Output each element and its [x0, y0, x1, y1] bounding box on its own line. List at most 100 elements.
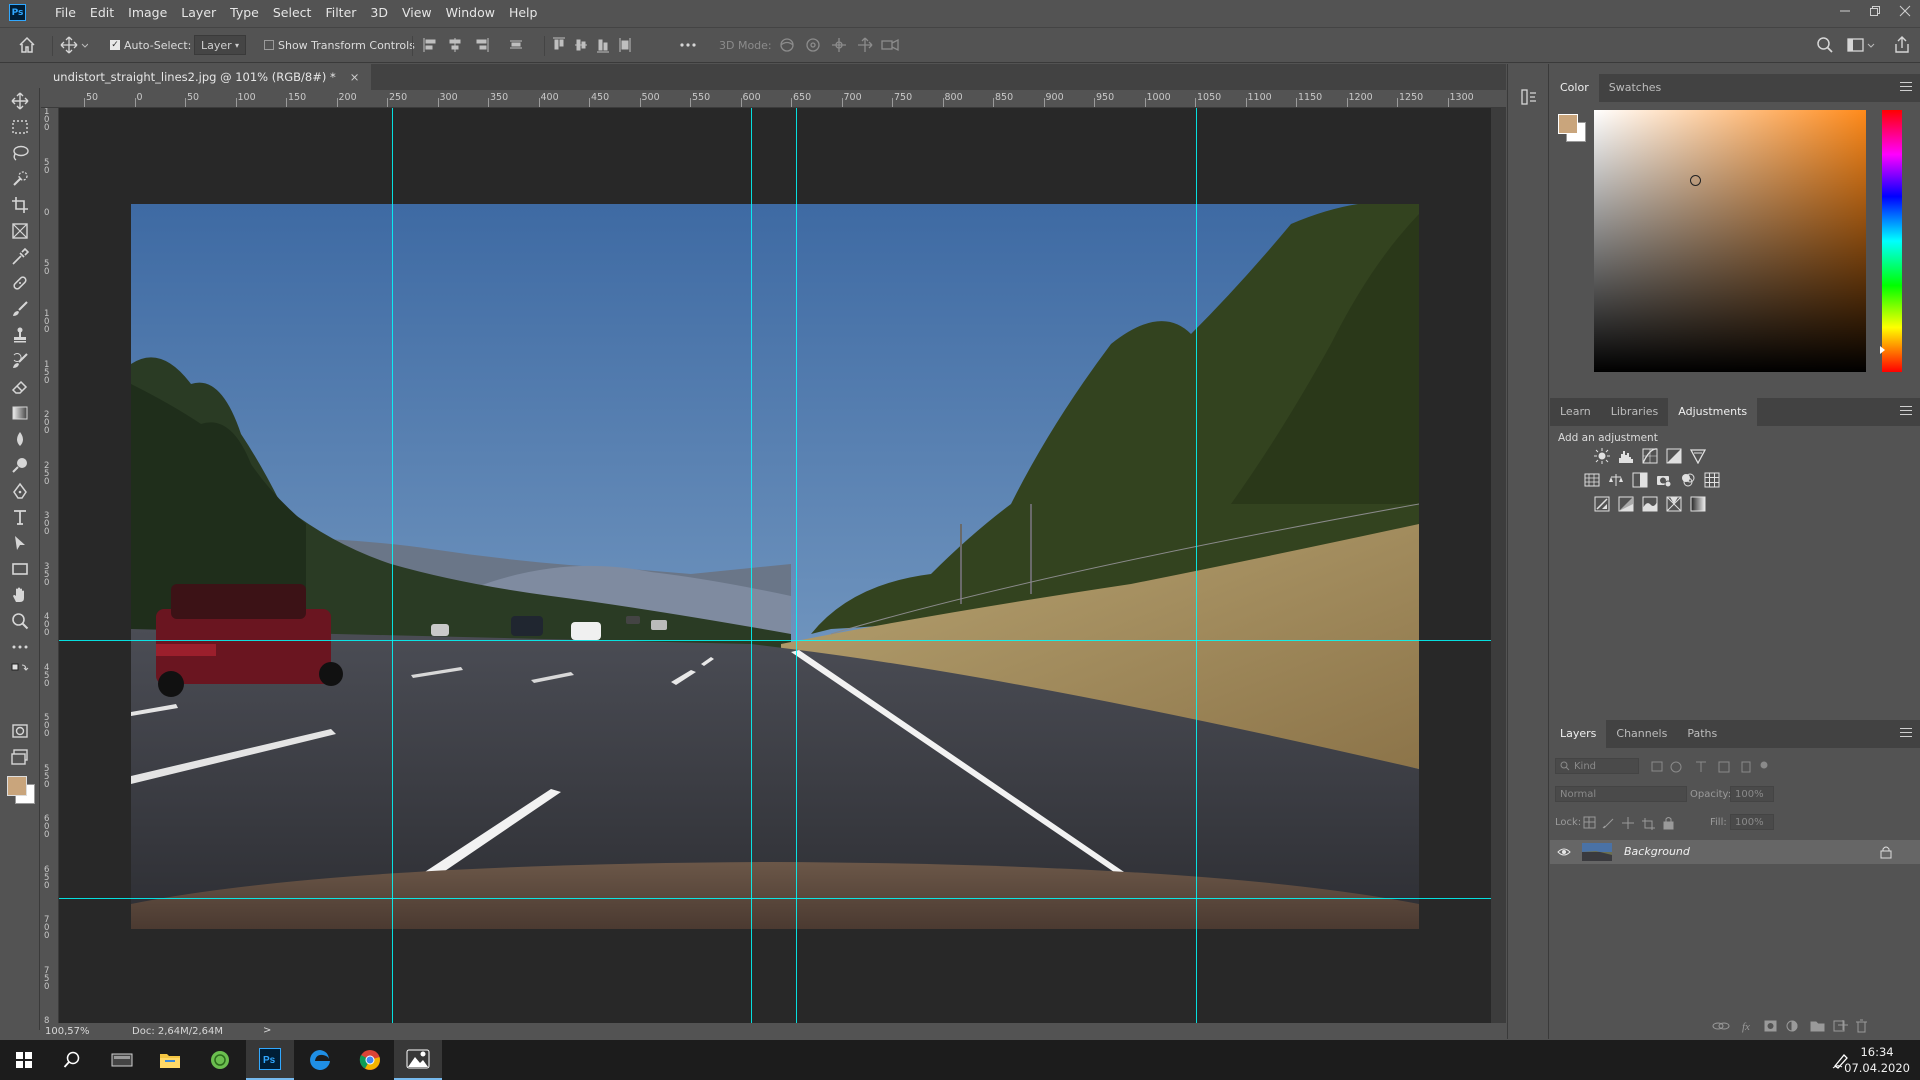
menu-image[interactable]: Image: [121, 0, 174, 25]
vertical-guide[interactable]: [392, 108, 393, 1023]
gradient-map-icon[interactable]: [1690, 496, 1706, 512]
color-swap-icon[interactable]: [8, 660, 32, 682]
photo-filter-icon[interactable]: [1656, 472, 1672, 488]
blend-mode-dropdown[interactable]: Normal: [1555, 786, 1687, 802]
layer-kind-filter[interactable]: Kind: [1555, 758, 1639, 774]
more-options-icon[interactable]: [680, 28, 696, 62]
horizontal-guide[interactable]: [59, 898, 1491, 899]
lasso-tool-icon[interactable]: [8, 142, 32, 164]
road-photo[interactable]: [131, 204, 1419, 929]
dodge-tool-icon[interactable]: [8, 454, 32, 476]
tab-channels[interactable]: Channels: [1606, 720, 1677, 748]
vertical-guide[interactable]: [796, 108, 797, 1023]
lock-option-icons[interactable]: [1583, 816, 1678, 830]
black-white-icon[interactable]: [1632, 472, 1648, 488]
history-panel-icon[interactable]: [1520, 88, 1538, 106]
photoshop-taskbar-icon[interactable]: Ps: [246, 1040, 294, 1080]
show-transform-checkbox[interactable]: Show Transform Controls: [264, 28, 415, 62]
color-picker-cursor[interactable]: [1690, 175, 1701, 186]
menu-edit[interactable]: Edit: [83, 0, 121, 25]
vibrance-icon[interactable]: [1690, 448, 1706, 464]
home-icon[interactable]: [18, 28, 36, 62]
menu-view[interactable]: View: [395, 0, 439, 25]
brightness-contrast-icon[interactable]: [1594, 448, 1610, 464]
document-scrollbar[interactable]: [1491, 108, 1506, 1023]
invert-icon[interactable]: [1594, 496, 1610, 512]
eyedropper-tool-icon[interactable]: [8, 246, 32, 268]
menu-layer[interactable]: Layer: [174, 0, 223, 25]
hue-slider[interactable]: [1880, 110, 1902, 372]
document-tab[interactable]: undistort_straight_lines2.jpg @ 101% (RG…: [41, 64, 372, 90]
menu-filter[interactable]: Filter: [318, 0, 363, 25]
channel-mixer-icon[interactable]: [1680, 472, 1696, 488]
history-brush-tool-icon[interactable]: [8, 350, 32, 372]
healing-brush-tool-icon[interactable]: [8, 272, 32, 294]
color-lookup-icon[interactable]: [1704, 472, 1720, 488]
menu-file[interactable]: File: [48, 0, 83, 25]
exposure-icon[interactable]: [1666, 448, 1682, 464]
vertical-guide[interactable]: [1196, 108, 1197, 1023]
blur-tool-icon[interactable]: [8, 428, 32, 450]
quick-selection-tool-icon[interactable]: [8, 168, 32, 190]
edit-toolbar-icon[interactable]: [8, 636, 32, 658]
taskbar-search-icon[interactable]: [48, 1040, 96, 1080]
tab-paths[interactable]: Paths: [1677, 720, 1727, 748]
frame-tool-icon[interactable]: [8, 220, 32, 242]
search-icon[interactable]: [1816, 28, 1834, 62]
threshold-icon[interactable]: [1642, 496, 1658, 512]
zoom-level[interactable]: 100,57%: [45, 1026, 90, 1037]
move-tool-icon[interactable]: [8, 90, 32, 112]
crop-tool-icon[interactable]: [8, 194, 32, 216]
saturation-value-field[interactable]: [1594, 110, 1866, 372]
menu-select[interactable]: Select: [266, 0, 319, 25]
menu-help[interactable]: Help: [502, 0, 545, 25]
clone-stamp-tool-icon[interactable]: [8, 324, 32, 346]
marquee-tool-icon[interactable]: [8, 116, 32, 138]
photos-app-icon[interactable]: [394, 1040, 442, 1080]
pen-tool-icon[interactable]: [8, 480, 32, 502]
curves-icon[interactable]: [1642, 448, 1658, 464]
vertical-ruler[interactable]: 1 0 0 5 0 0 5 0 1 0 0 1 5 0 2 0 0 2 5 0 3 0 0 3 5…: [41, 108, 59, 1028]
rectangle-tool-icon[interactable]: [8, 558, 32, 580]
restore-icon[interactable]: [1860, 0, 1890, 22]
tab-layers[interactable]: Layers: [1550, 720, 1607, 748]
screen-mode-icon[interactable]: [8, 746, 32, 768]
posterize-icon[interactable]: [1618, 496, 1634, 512]
edge-browser-icon[interactable]: [296, 1040, 344, 1080]
horizontal-ruler[interactable]: 50 0 50 100 150 200 250 300 350 400 450 500 550 600 65…: [41, 90, 1506, 108]
panel-menu-icon[interactable]: [1900, 406, 1912, 416]
app-green-circle-icon[interactable]: [196, 1040, 244, 1080]
panel-menu-icon[interactable]: [1900, 728, 1912, 738]
fill-field[interactable]: 100%: [1730, 814, 1774, 830]
auto-select-target-dropdown[interactable]: Layer ▾: [194, 35, 246, 55]
chrome-browser-icon[interactable]: [346, 1040, 394, 1080]
zoom-tool-icon[interactable]: [8, 610, 32, 632]
menu-type[interactable]: Type: [223, 0, 266, 25]
gradient-tool-icon[interactable]: [8, 402, 32, 424]
tab-swatches[interactable]: Swatches: [1599, 74, 1672, 102]
layer-filter-type-icons[interactable]: [1650, 760, 1770, 774]
workspace-switcher-icon[interactable]: [1847, 28, 1875, 62]
status-menu-arrow[interactable]: >: [263, 1025, 271, 1036]
brush-tool-icon[interactable]: [8, 298, 32, 320]
tab-color[interactable]: Color: [1550, 74, 1599, 102]
hand-tool-icon[interactable]: [8, 584, 32, 606]
tab-learn[interactable]: Learn: [1550, 398, 1601, 426]
tab-libraries[interactable]: Libraries: [1601, 398, 1669, 426]
share-icon[interactable]: [1893, 28, 1911, 62]
close-icon[interactable]: [1890, 0, 1920, 22]
color-balance-icon[interactable]: [1608, 472, 1624, 488]
selective-color-icon[interactable]: [1666, 496, 1682, 512]
panel-menu-icon[interactable]: [1900, 82, 1912, 92]
levels-icon[interactable]: [1618, 448, 1634, 464]
hue-slider-handle[interactable]: [1880, 346, 1885, 354]
auto-select-checkbox[interactable]: ✓ Auto-Select:: [110, 28, 191, 62]
pasteboard[interactable]: [59, 108, 1491, 1023]
task-view-icon[interactable]: [98, 1040, 146, 1080]
opacity-field[interactable]: 100%: [1730, 786, 1774, 802]
menu-window[interactable]: Window: [439, 0, 502, 25]
foreground-color-chip[interactable]: [1558, 114, 1578, 134]
horizontal-guide[interactable]: [59, 640, 1491, 641]
eye-visibility-icon[interactable]: [1557, 847, 1571, 857]
move-tool-preset-icon[interactable]: [60, 28, 88, 62]
